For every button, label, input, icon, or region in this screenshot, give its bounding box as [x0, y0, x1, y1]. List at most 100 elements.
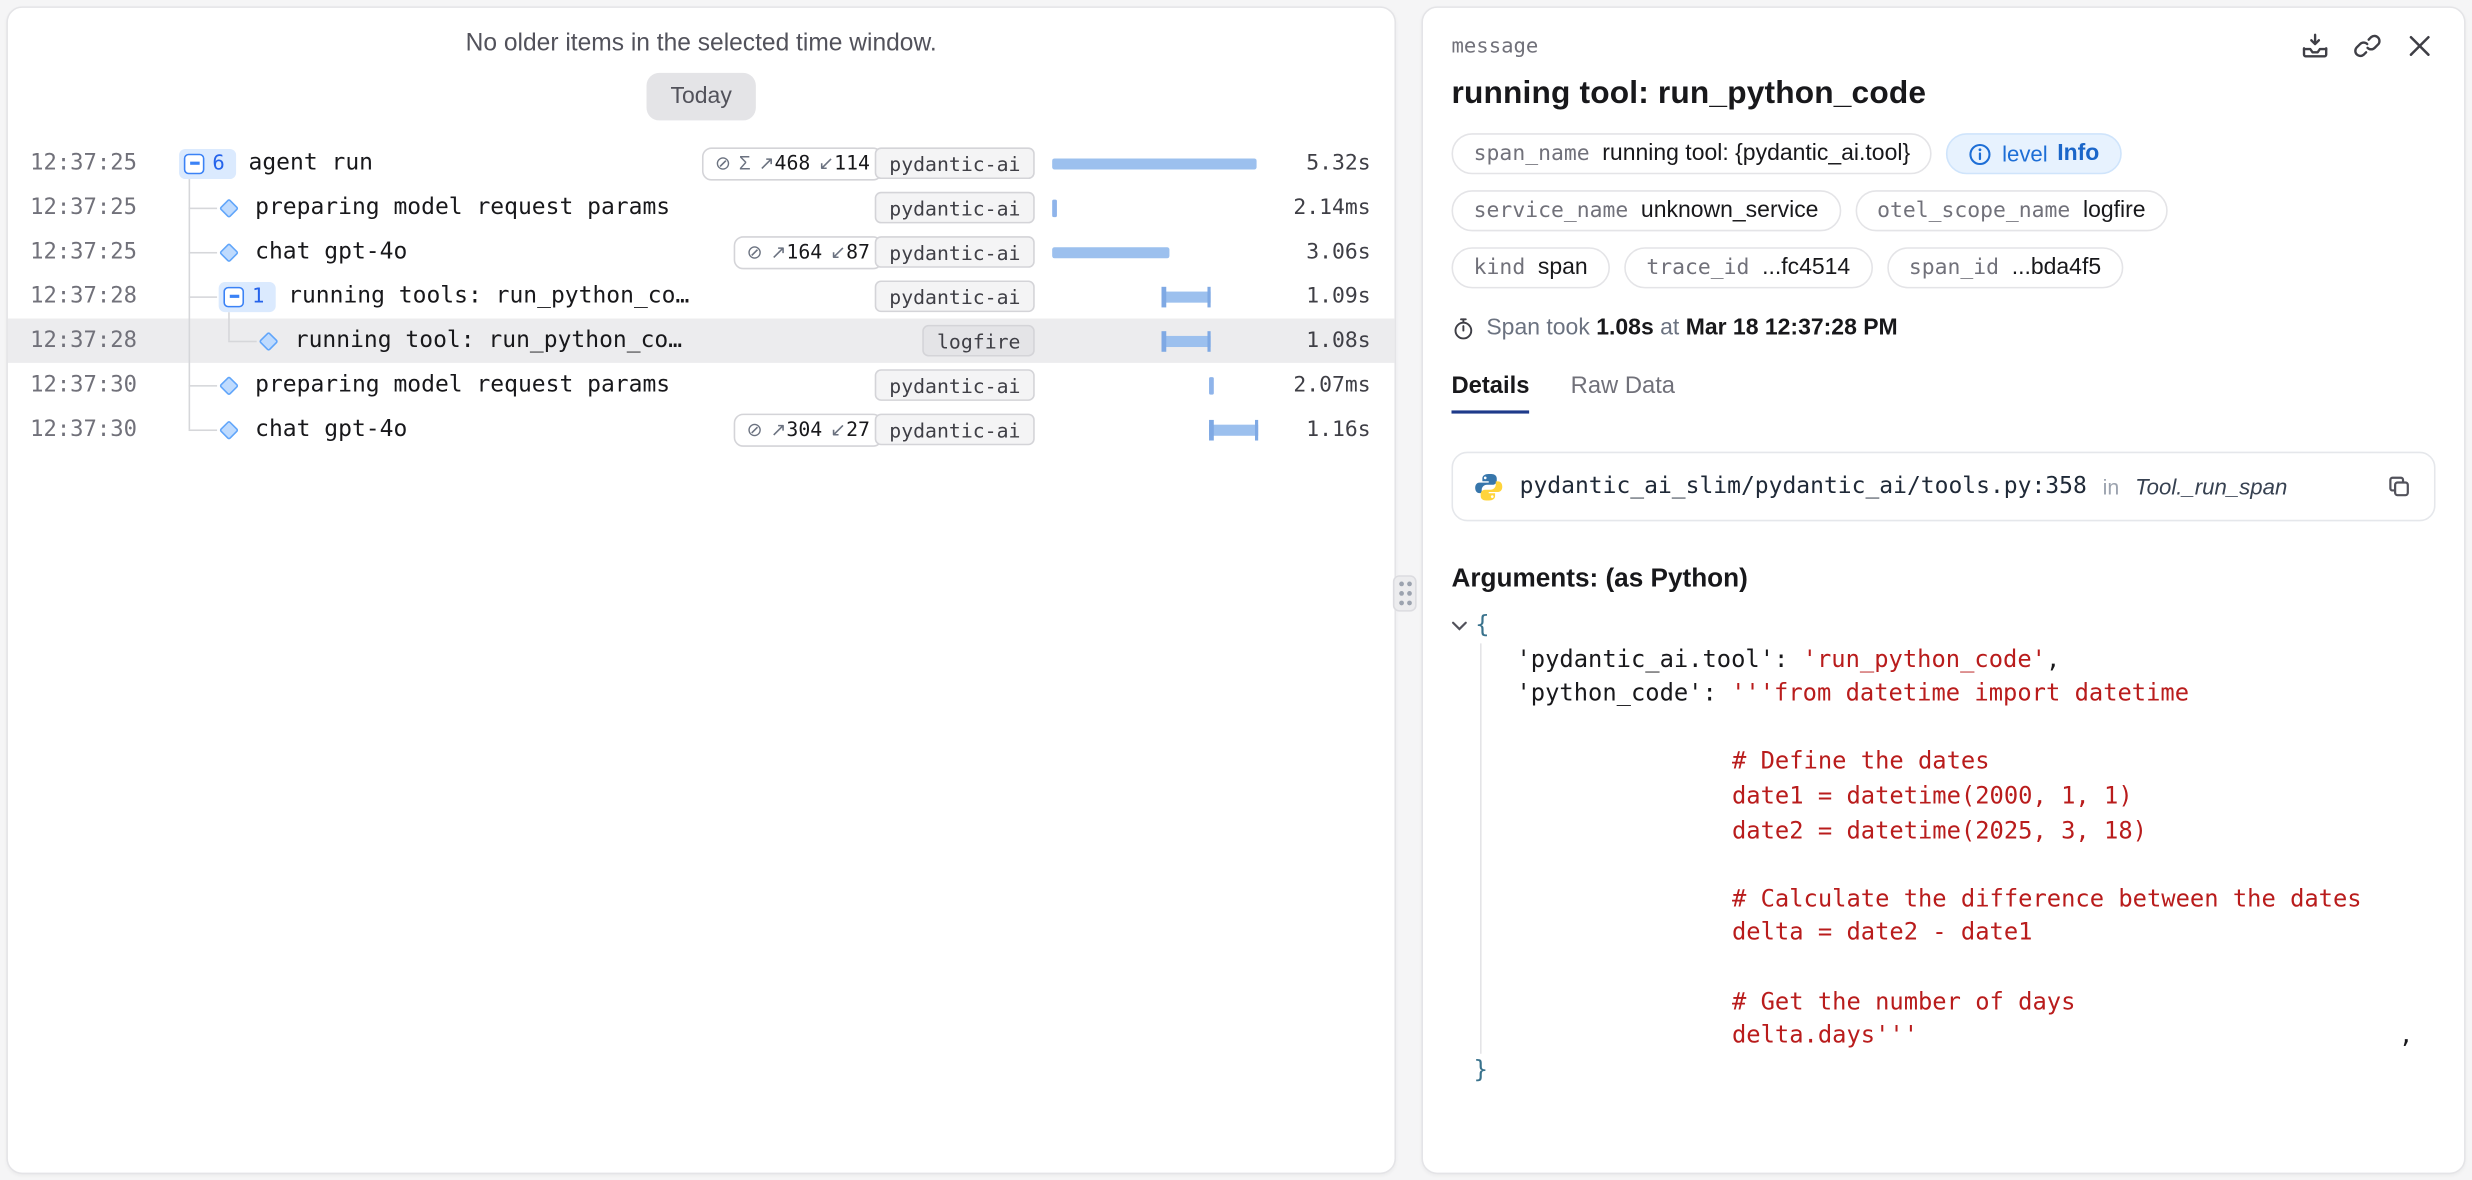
code-line [1482, 711, 2436, 745]
trace-row[interactable]: 12:37:25chat gpt-4o⊘↗164↙87pydantic-ai3.… [8, 230, 1395, 274]
info-icon [1969, 142, 1993, 166]
collapse-box-icon [184, 153, 205, 174]
timeline-bar [1209, 424, 1258, 435]
arrow-down-left-icon: ↙ [830, 241, 846, 263]
trace-panel: No older items in the selected time wind… [6, 6, 1396, 1174]
attribute-pill-service_name[interactable]: service_nameunknown_service [1451, 190, 1840, 231]
attribute-key: span_name [1474, 141, 1590, 166]
attribute-value: ...fc4514 [1762, 255, 1850, 280]
detail-panel: message [1421, 6, 2465, 1174]
span-label: running tool: run_python_code [295, 328, 690, 353]
span-label: preparing model request params [255, 372, 670, 397]
span-duration: 1.16s [1272, 417, 1370, 442]
panel-resize-handle[interactable] [1393, 575, 1417, 611]
attribute-value: ...bda4f5 [2012, 255, 2101, 280]
trace-row[interactable]: 12:37:30 preparing model request params py… [8, 363, 1395, 407]
trace-row[interactable]: 12:37:28running tool: run_python_codelog… [8, 319, 1395, 363]
scope-tag: pydantic-ai [875, 369, 1035, 401]
tab-raw-data[interactable]: Raw Data [1571, 372, 1675, 413]
child-count: 1 [252, 284, 264, 308]
attribute-key: trace_id [1646, 255, 1749, 280]
attribute-value: logfire [2083, 198, 2146, 223]
code-line [1482, 951, 2436, 985]
input-tokens: 468 [775, 151, 811, 175]
span-duration: 2.07ms [1272, 372, 1370, 397]
collapse-toggle[interactable]: 6 [179, 148, 236, 178]
collapse-chevron-icon[interactable] [1451, 608, 1472, 642]
scope-tag: logfire [923, 325, 1035, 357]
span-label: agent run [249, 151, 374, 176]
scope-tag: pydantic-ai [875, 280, 1035, 312]
span-diamond-icon [219, 419, 239, 439]
span-label: chat gpt-4o [255, 417, 407, 442]
trace-row[interactable]: 12:37:281running tools: run_python_codep… [8, 274, 1395, 318]
in-word: in [2103, 475, 2120, 499]
output-tokens: 87 [846, 239, 870, 263]
span-duration: 5.32s [1272, 151, 1370, 176]
input-tokens: 164 [786, 239, 822, 263]
scope-tag: pydantic-ai [875, 147, 1035, 179]
span-duration: 1.08s [1272, 328, 1370, 353]
scope-tag: pydantic-ai [875, 414, 1035, 446]
arguments-code: { 'pydantic_ai.tool': 'run_python_code',… [1451, 608, 2435, 1087]
span-label: running tools: run_python_code [288, 284, 689, 309]
trailing-comma: , [2399, 1019, 2435, 1053]
collapse-box-icon [223, 286, 244, 307]
attribute-pill-otel_scope_name[interactable]: otel_scope_name logfire [1855, 190, 2168, 231]
open-brace: { [1475, 608, 1489, 642]
span-duration: 2.14ms [1272, 195, 1370, 220]
attribute-value: unknown_service [1641, 198, 1819, 223]
trace-row[interactable]: 12:37:25preparing model request paramspy… [8, 185, 1395, 229]
attribute-key: otel_scope_name [1877, 198, 2070, 223]
level-key: level [2002, 141, 2048, 166]
close-brace: } [1474, 1053, 1488, 1087]
copy-path-icon[interactable] [2385, 472, 2414, 501]
code-location-card[interactable]: pydantic_ai_slim/pydantic_ai/tools.py:35… [1451, 452, 2435, 522]
trace-row[interactable]: 12:37:30chat gpt-4o⊘↗304↙27pydantic-ai1.… [8, 407, 1395, 451]
trace-rows: 12:37:256agent run⊘Σ↗468↙114pydantic-ai5… [8, 141, 1395, 452]
today-button[interactable]: Today [647, 73, 756, 121]
output-tokens: 27 [846, 417, 870, 441]
attribute-pills: span_namerunning tool: {pydantic_ai.tool… [1451, 133, 2435, 288]
arrow-up-right-icon: ↗ [770, 241, 786, 263]
attribute-pill-trace_id[interactable]: trace_id ...fc4514 [1624, 247, 1872, 288]
collapse-toggle[interactable]: 1 [219, 281, 276, 311]
span-time: 12:37:30 [30, 417, 163, 442]
span-time: 12:37:25 [30, 151, 163, 176]
copy-link-icon[interactable] [2352, 30, 2384, 62]
code-line: 'python_code': '''from datetime import d… [1482, 677, 2436, 711]
record-kind-label: message [1451, 34, 1538, 58]
span-time: 12:37:25 [30, 195, 163, 220]
scope-tag: pydantic-ai [875, 192, 1035, 224]
attribute-key: span_id [1909, 255, 1999, 280]
attribute-pill-kind[interactable]: kindspan [1451, 247, 1609, 288]
attribute-pill-span_name[interactable]: span_namerunning tool: {pydantic_ai.tool… [1451, 133, 1932, 174]
empty-notice: No older items in the selected time wind… [8, 30, 1395, 59]
span-time: 12:37:25 [30, 239, 163, 264]
level-pill[interactable]: level Info [1947, 133, 2122, 174]
trace-row[interactable]: 12:37:256agent run⊘Σ↗468↙114pydantic-ai5… [8, 141, 1395, 185]
code-line: delta = date2 - date1 [1482, 916, 2436, 950]
attribute-value: span [1538, 255, 1588, 280]
code-line: # Calculate the difference between the d… [1482, 882, 2436, 916]
span-diamond-icon [219, 375, 239, 395]
arguments-heading: Arguments: (as Python) [1451, 564, 2435, 594]
arrow-up-right-icon: ↗ [770, 418, 786, 440]
circle-slash-icon: ⊘ [747, 241, 763, 263]
span-diamond-icon [219, 197, 239, 217]
detail-tabs: Details Raw Data [1451, 372, 2435, 413]
circle-slash-icon: ⊘ [747, 418, 763, 440]
close-icon[interactable] [2404, 30, 2436, 62]
span-diamond-icon [259, 331, 279, 351]
circle-slash-icon: ⊘ [715, 152, 731, 174]
level-value: Info [2057, 141, 2099, 166]
span-time: 12:37:30 [30, 372, 163, 397]
tab-details[interactable]: Details [1451, 372, 1529, 413]
span-duration-line: Span took 1.08s at Mar 18 12:37:28 PM [1451, 315, 2435, 340]
span-duration: 1.09s [1272, 284, 1370, 309]
logfire-live-view: No older items in the selected time wind… [0, 0, 2472, 1180]
attribute-pill-span_id[interactable]: span_id ...bda4f5 [1887, 247, 2124, 288]
timeline-bar [1162, 291, 1211, 302]
save-view-icon[interactable] [2299, 30, 2331, 62]
timeline-bar [1052, 158, 1256, 169]
